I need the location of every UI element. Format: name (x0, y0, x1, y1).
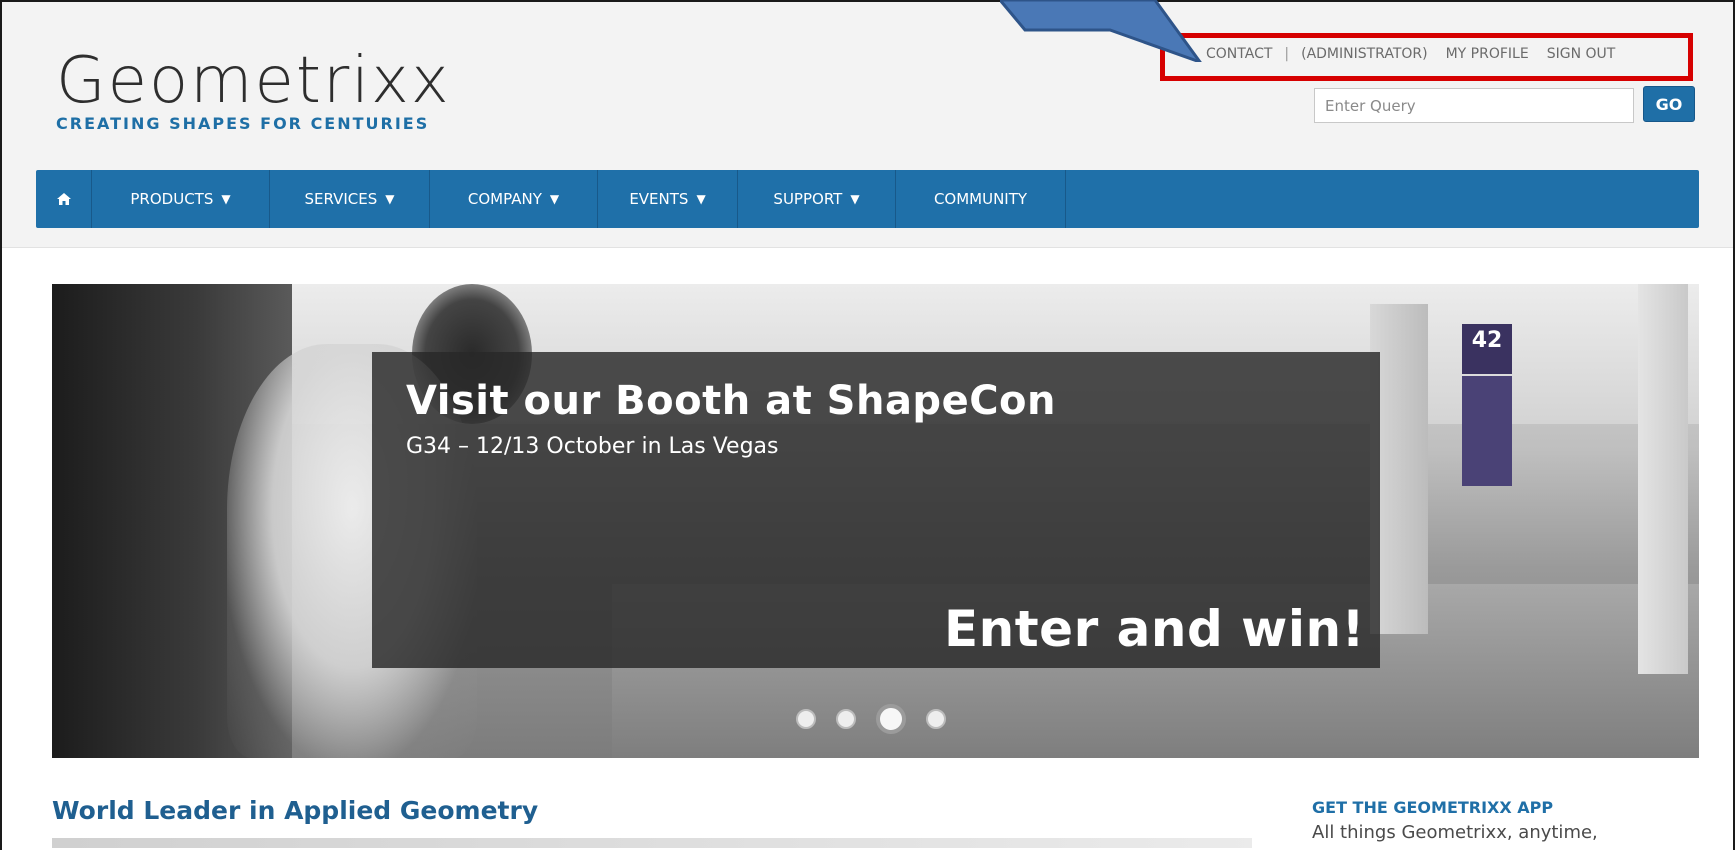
nav-item-label: EVENTS (629, 190, 689, 208)
caret-down-icon: ▼ (221, 192, 231, 206)
hero-pillar (1638, 284, 1688, 674)
intro-text-cutoff (52, 838, 1252, 848)
nav-item-label: COMMUNITY (933, 190, 1028, 208)
utility-separator: | (1284, 46, 1290, 62)
carousel-pagination (796, 704, 966, 734)
main-navigation: PRODUCTS ▼ SERVICES ▼ COMPANY ▼ EVENTS ▼… (36, 170, 1699, 228)
search-go-button[interactable]: GO (1643, 86, 1695, 122)
site-logo[interactable]: Geometrixx (56, 48, 451, 114)
nav-item-company[interactable]: COMPANY ▼ (430, 170, 598, 228)
search-input[interactable] (1314, 88, 1634, 123)
carousel-dot[interactable] (796, 709, 816, 729)
nav-item-support[interactable]: SUPPORT ▼ (738, 170, 896, 228)
app-promo-text: All things Geometrixx, anytime, (1312, 822, 1598, 843)
nav-item-events[interactable]: EVENTS ▼ (598, 170, 738, 228)
nav-item-community[interactable]: COMMUNITY (896, 170, 1066, 228)
nav-item-services[interactable]: SERVICES ▼ (270, 170, 430, 228)
hero-cta[interactable]: Enter and win! (944, 600, 1365, 658)
app-promo-heading[interactable]: GET THE GEOMETRIXX APP (1312, 798, 1553, 817)
caret-down-icon: ▼ (385, 192, 395, 206)
carousel-dot-active[interactable] (876, 704, 906, 734)
sign-out-link[interactable]: SIGN OUT (1547, 46, 1616, 62)
hero-gate-panel (1462, 376, 1512, 486)
carousel-dot[interactable] (926, 709, 946, 729)
nav-item-products[interactable]: PRODUCTS ▼ (92, 170, 270, 228)
home-icon (56, 193, 71, 205)
nav-item-label: SERVICES (304, 190, 378, 208)
nav-item-label: PRODUCTS (130, 190, 214, 208)
caret-down-icon: ▼ (549, 192, 560, 206)
caret-down-icon: ▼ (850, 192, 860, 206)
caret-down-icon: ▼ (696, 192, 706, 206)
utility-links: CONTACT | (ADMINISTRATOR) MY PROFILE SIG… (1206, 42, 1615, 66)
site-tagline: CREATING SHAPES FOR CENTURIES (56, 114, 430, 133)
nav-item-label: COMPANY (467, 190, 542, 208)
contact-link[interactable]: CONTACT (1206, 46, 1272, 62)
carousel-dot[interactable] (836, 709, 856, 729)
current-user-label: (ADMINISTRATOR) (1301, 46, 1428, 62)
nav-item-label: SUPPORT (773, 190, 843, 208)
section-heading: World Leader in Applied Geometry (52, 796, 539, 825)
hero-gate-number: 42 (1471, 328, 1503, 353)
hero-title: Visit our Booth at ShapeCon (406, 378, 1057, 424)
my-profile-link[interactable]: MY PROFILE (1446, 46, 1529, 62)
annotation-arrow-icon (1000, 0, 1202, 62)
hero-subtitle: G34 – 12/13 October in Las Vegas (406, 434, 779, 459)
nav-home-button[interactable] (36, 170, 92, 228)
